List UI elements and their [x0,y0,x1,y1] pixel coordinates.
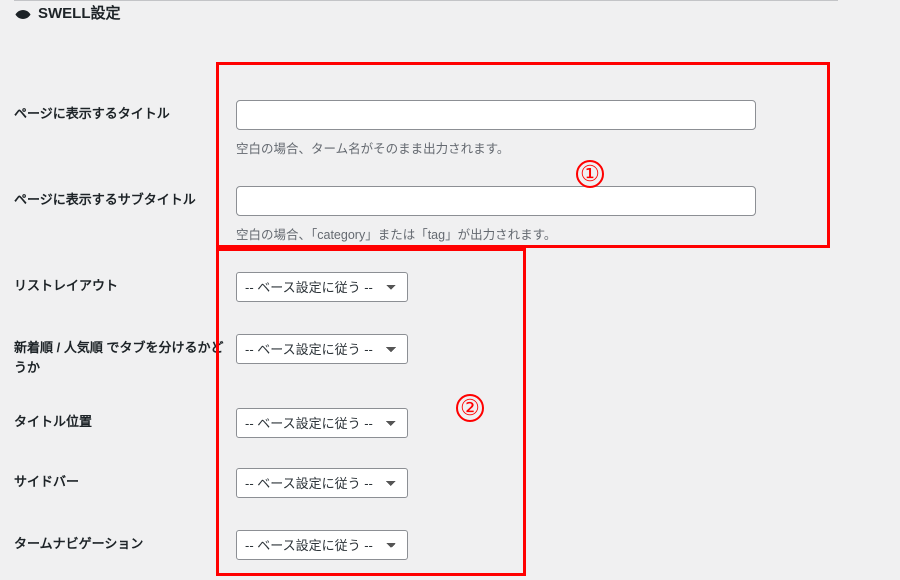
subtitle-input[interactable] [236,186,756,216]
list-layout-select[interactable]: -- ベース設定に従う -- [236,272,408,302]
row-title: ページに表示するタイトル 空白の場合、ターム名がそのまま出力されます。 [14,100,838,157]
title-hint: 空白の場合、ターム名がそのまま出力されます。 [236,138,838,157]
field-title: 空白の場合、ターム名がそのまま出力されます。 [236,100,838,157]
tab-split-select[interactable]: -- ベース設定に従う -- [236,334,408,364]
sidebar-select[interactable]: -- ベース設定に従う -- [236,468,408,498]
label-title: ページに表示するタイトル [14,100,236,124]
field-subtitle: 空白の場合、「category」または「tag」が出力されます。 [236,186,838,243]
label-subtitle: ページに表示するサブタイトル [14,186,236,210]
label-list-layout: リストレイアウト [14,272,236,296]
row-list-layout: リストレイアウト -- ベース設定に従う -- [14,272,838,302]
row-sidebar: サイドバー -- ベース設定に従う -- [14,468,838,498]
term-nav-select[interactable]: -- ベース設定に従う -- [236,530,408,560]
divider [14,0,838,1]
label-sidebar: サイドバー [14,468,236,492]
label-tab-split: 新着順 / 人気順 でタブを分けるかどうか [14,334,236,377]
swell-logo-icon [14,4,32,22]
row-tab-split: 新着順 / 人気順 でタブを分けるかどうか -- ベース設定に従う -- [14,334,838,377]
title-position-select[interactable]: -- ベース設定に従う -- [236,408,408,438]
row-subtitle: ページに表示するサブタイトル 空白の場合、「category」または「tag」が… [14,186,838,243]
annotation-number-1: ① [576,160,604,188]
section-header: SWELL設定 [14,2,121,23]
subtitle-hint: 空白の場合、「category」または「tag」が出力されます。 [236,224,838,243]
row-title-position: タイトル位置 -- ベース設定に従う -- [14,408,838,438]
label-term-nav: タームナビゲーション [14,530,236,554]
title-input[interactable] [236,100,756,130]
row-term-nav: タームナビゲーション -- ベース設定に従う -- [14,530,838,560]
section-title: SWELL設定 [38,2,121,23]
label-title-position: タイトル位置 [14,408,236,432]
